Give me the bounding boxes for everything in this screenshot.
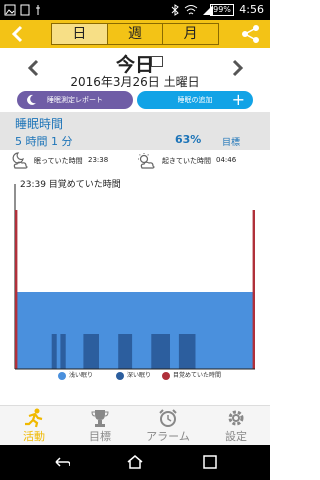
sleep-report-label: 睡眠測定レポート [47,96,103,104]
deep-sleep-bar [151,334,170,369]
sun-cloud-icon [138,153,155,169]
nav-label: アラーム [146,430,190,443]
legend-dot [116,371,124,380]
image-icon [4,4,16,16]
back-button[interactable] [6,22,30,46]
nav-activity[interactable]: 活動 [4,408,64,444]
legend-awake: 目覚めていた時間 [162,370,221,380]
legend-label: 浅い眠り [69,372,94,379]
notification-icon [20,4,30,16]
sleep-duration: 5 時間 1 分 [15,135,73,148]
nav-goal[interactable]: 目標 [70,408,130,444]
nav-label: 活動 [23,430,45,443]
next-day-button[interactable] [229,58,245,78]
chevron-left-icon [11,25,23,43]
light-sleep-bar [15,292,255,369]
goal-percent: 63% [175,133,202,146]
chevron-right-icon [232,59,244,77]
battery-indicator: 99% [210,4,234,16]
legend-dot [162,371,170,380]
legend-light-sleep: 浅い眠り [58,370,93,380]
status-bar: 99% 4:56 [0,0,270,20]
date-header: 今日 2016年3月26日 土曜日 [0,48,270,90]
tab-week[interactable]: 週 [107,23,164,45]
deep-sleep-bar [51,334,57,369]
nav-label: 目標 [89,430,111,443]
clock: 4:56 [239,3,264,16]
awake-bar [15,210,18,369]
deep-sleep-bar [60,334,66,369]
nav-settings[interactable]: 設定 [206,408,266,444]
add-sleep-label: 睡眠の追加 [177,96,213,104]
alarm-clock-icon [159,409,177,427]
deep-sleep-bar [83,334,99,369]
woke-label: 起きていた時間 [162,157,211,165]
recent-apps-icon[interactable] [202,454,220,470]
back-icon[interactable] [52,454,70,470]
awake-bar [252,210,255,369]
moon-icon [27,94,36,105]
nav-alarm[interactable]: アラーム [138,408,198,444]
slept-time: 23:38 [88,156,109,164]
deep-sleep-bar [118,334,133,369]
trophy-icon [91,410,109,427]
share-button[interactable] [240,23,262,45]
sleep-report-button[interactable]: 睡眠測定レポート [17,91,133,109]
share-icon [242,25,259,43]
running-icon [25,408,43,428]
wifi-icon [184,5,198,15]
legend-label: 目覚めていた時間 [173,372,222,379]
action-buttons: 睡眠測定レポート 睡眠の追加 + [0,90,270,112]
tab-day[interactable]: 日 [51,23,108,45]
legend-dot [58,371,66,380]
chart-legend: 浅い眠り 深い眠り 目覚めていた時間 [0,370,270,384]
gear-icon [228,410,244,426]
deep-sleep-bar [178,334,196,369]
legend-label: 深い眠り [127,372,152,379]
usb-icon [36,5,40,15]
calendar-icon[interactable] [151,56,163,67]
home-icon[interactable] [126,454,144,470]
plus-icon: + [231,90,245,109]
system-nav-bar [0,445,270,480]
sleep-chart-svg [14,184,255,370]
sleep-summary: 睡眠時間 5 時間 1 分 63% 目標 [0,112,270,150]
nav-label: 設定 [225,430,247,443]
moon-cloud-icon [12,152,28,169]
sleep-chart: 23:39 目覚めていた時間 [0,174,270,390]
legend-deep-sleep: 深い眠り [116,370,151,380]
goal-label: 目標 [222,138,241,148]
tab-month[interactable]: 月 [163,23,220,45]
top-bar: 日 週 月 [0,20,270,48]
woke-time: 04:46 [216,156,237,164]
times-row: 眠っていた時間 23:38 起きていた時間 04:46 [0,150,270,174]
add-sleep-button[interactable]: 睡眠の追加 + [137,91,253,109]
slept-label: 眠っていた時間 [34,157,83,165]
period-tabs: 日 週 月 [51,23,220,45]
bluetooth-icon [171,4,179,16]
sleep-title: 睡眠時間 [15,117,64,131]
bottom-nav: 活動 目標 アラーム 設定 [0,405,270,445]
